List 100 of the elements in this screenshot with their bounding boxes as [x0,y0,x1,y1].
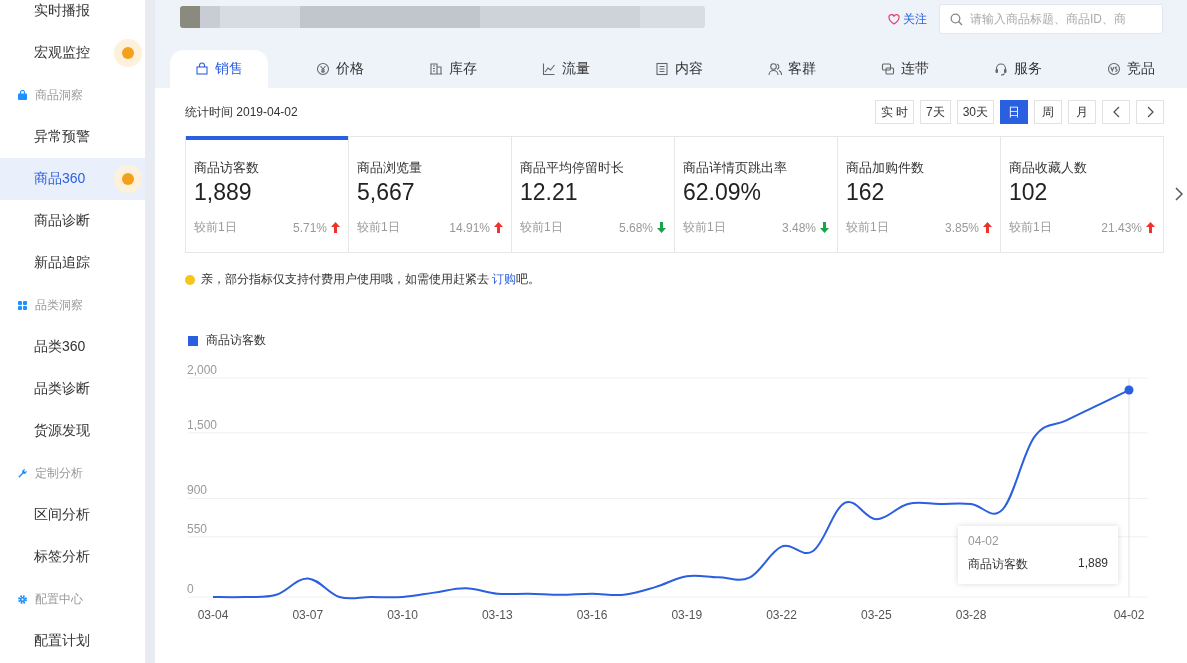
metric-card[interactable]: 商品详情页跳出率 62.09% 较前1日 3.48% [674,136,837,252]
axis-label: 03-13 [481,608,513,622]
axis-label: 2,000 [187,363,218,377]
sidebar-item[interactable]: 配置计划 [0,620,145,662]
period-button[interactable]: 30天 [956,100,994,124]
change-value: 5.71% [292,220,327,235]
heart-icon [888,13,900,25]
sidebar-item[interactable]: 异常预警 [0,116,145,158]
sidebar-item[interactable]: 宏观监控 [0,32,145,74]
axis-label: 03-19 [671,608,703,622]
metric-card[interactable]: 商品加购件数 162 较前1日 3.85% [837,136,1000,252]
metric-label: 商品详情页跳出率 [683,159,788,177]
follow-link[interactable]: 关注 [888,10,927,28]
sidebar-item[interactable]: 区间分析 [0,494,145,536]
grid-icon [17,299,28,311]
tab[interactable]: 竞品 [1074,50,1187,88]
metric-value: 5,667 [357,179,416,206]
axis-label: 0 [187,582,194,596]
metric-card[interactable]: 商品平均停留时长 12.21 较前1日 5.68% [511,136,674,252]
axis-label: 03-22 [766,608,797,622]
period-button[interactable]: 日 [1000,100,1028,124]
axis-label: 550 [187,521,208,536]
tab[interactable]: 服务 [961,50,1074,88]
metric-value: 1,889 [194,179,253,206]
tab[interactable]: 库存 [396,50,509,88]
wrench-icon [17,467,28,479]
metric-label: 商品加购件数 [846,159,925,177]
document-icon [654,62,669,76]
section-header: 定制分析 [35,464,83,482]
notice-text: 亲，部分指标仅支持付费用户使用哦，如需使用赶紧去 订购吧。 [201,271,541,288]
gear-icon [17,593,28,605]
axis-label: 03-10 [387,608,418,622]
axis-label: 03-28 [955,608,987,622]
sidebar-item[interactable]: 品类诊断 [0,368,145,410]
axis-label: 03-07 [292,608,324,622]
compare-label: 较前1日 [357,219,400,236]
axis-label: 03-04 [197,608,229,622]
vs-circle-icon [1106,62,1121,76]
section-header: 配置中心 [35,590,83,608]
yen-icon [315,62,330,76]
sidebar-item[interactable]: 标签分析 [0,536,145,578]
data-point[interactable] [1124,385,1134,395]
tooltip-title: 04-02 [968,534,1000,548]
sidebar-item[interactable]: 品类360 [0,326,145,368]
chevron-right-icon[interactable] [1174,187,1183,201]
axis-label: 03-25 [860,608,892,622]
period-button[interactable]: 月 [1068,100,1096,124]
tab[interactable]: 连带 [848,50,961,88]
period-button[interactable]: 7天 [919,100,951,124]
change-value: 14.91% [449,220,490,235]
change-value: 3.48% [781,220,816,235]
metric-label: 商品访客数 [194,159,260,177]
compare-label: 较前1日 [1009,219,1052,236]
change-value: 5.68% [618,220,653,235]
period-button[interactable]: 周 [1034,100,1062,124]
line-chart-icon [541,62,556,76]
sidebar-item[interactable]: 新品追踪 [0,242,145,284]
building-icon [428,62,443,76]
search-field[interactable]: 请输入商品标题、商品ID、商 [939,4,1163,34]
subscribe-link[interactable]: 订购 [492,272,517,286]
legend-label: 商品访客数 [206,332,266,349]
sidebar-item[interactable]: 商品诊断 [0,200,145,242]
info-dot-icon [185,274,195,285]
sidebar-item[interactable]: 实时播报 [0,0,145,32]
sidebar-item[interactable]: 商品360 [0,158,145,200]
tab[interactable]: 内容 [622,50,735,88]
compare-label: 较前1日 [683,219,726,236]
section-header: 品类洞察 [35,296,83,314]
compare-label: 较前1日 [846,219,889,236]
metric-label: 商品浏览量 [357,159,423,177]
tooltip-label: 商品访客数 [968,556,1028,573]
tab[interactable]: 价格 [283,50,396,88]
linked-squares-icon [880,62,895,76]
bag-icon [195,62,209,76]
axis-label: 04-02 [1113,608,1145,622]
section-header: 商品洞察 [35,86,83,104]
compare-label: 较前1日 [520,219,563,236]
axis-label: 1,500 [187,417,218,432]
period-button[interactable]: 实 时 [874,100,914,124]
compare-label: 较前1日 [194,219,237,236]
headset-icon [993,62,1008,76]
axis-label: 03-16 [576,608,608,622]
chevron-left-icon [1112,106,1120,118]
tab[interactable]: 客群 [735,50,848,88]
metric-label: 商品收藏人数 [1009,159,1088,177]
tab[interactable]: 流量 [509,50,622,88]
axis-label: 900 [187,483,208,498]
users-icon [767,62,782,76]
bag-icon [17,89,28,101]
metric-card[interactable]: 商品访客数 1,889 较前1日 5.71% [186,136,348,252]
metric-value: 12.21 [520,179,579,206]
tooltip-value: 1,889 [1077,556,1108,572]
sidebar-item[interactable]: 货源发现 [0,410,145,452]
metric-card[interactable]: 商品浏览量 5,667 较前1日 14.91% [348,136,511,252]
metric-value: 102 [1009,179,1049,206]
metric-value: 162 [846,179,886,206]
metric-card[interactable]: 商品收藏人数 102 较前1日 21.43% [1000,136,1163,252]
metric-label: 商品平均停留时长 [520,159,625,177]
metric-value: 62.09% [683,179,762,206]
tab[interactable]: 销售 [170,50,268,88]
